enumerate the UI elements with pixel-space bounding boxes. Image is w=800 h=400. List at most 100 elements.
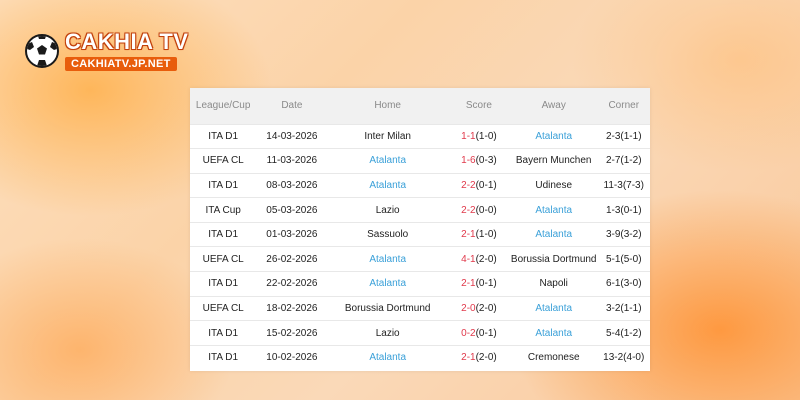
cell-away-team: Napoli	[510, 272, 598, 297]
cell-score: 2-0(2-0)	[448, 296, 510, 321]
away-team-name[interactable]: Atalanta	[535, 131, 572, 142]
cell-away-team[interactable]: Atalanta	[510, 296, 598, 321]
table-row[interactable]: ITA D1 08-03-2026 Atalanta 2-2(0-1) Udinese 1…	[190, 173, 650, 198]
cell-league: ITA Cup	[205, 204, 241, 216]
cell-score: 0-2(0-1)	[448, 321, 510, 346]
home-team-name: Lazio	[375, 327, 400, 339]
cell-corner: 2-7(1-2)	[605, 155, 642, 167]
score-halftime: (2-0)	[475, 352, 497, 364]
cell-date: 05-03-2026	[266, 204, 318, 216]
table-header-row: League/Cup Date Home Score Away Corner	[190, 88, 650, 124]
table-body: ITA D1 14-03-2026 Inter Milan 1-1(1-0) Atala…	[190, 124, 650, 370]
away-team-name[interactable]: Atalanta	[535, 303, 572, 314]
cell-home-team: Sassuolo	[327, 222, 448, 247]
score-halftime: (0-3)	[475, 155, 497, 167]
home-team-name[interactable]: Atalanta	[369, 155, 406, 166]
cell-corner: 3-2(1-1)	[605, 302, 642, 314]
away-team-name[interactable]: Atalanta	[535, 205, 572, 216]
soccer-ball-icon	[25, 34, 59, 68]
away-team-name[interactable]: Atalanta	[535, 328, 572, 339]
score-halftime: (2-0)	[475, 302, 497, 314]
cell-away-team: Udinese	[510, 173, 598, 198]
home-team-name[interactable]: Atalanta	[369, 254, 406, 265]
table-row[interactable]: ITA D1 15-02-2026 Lazio 0-2(0-1) Atalanta 5-4…	[190, 320, 650, 346]
score-halftime: (0-0)	[475, 204, 497, 216]
header-home: Home	[374, 100, 401, 112]
away-team-name: Napoli	[539, 278, 568, 290]
cell-away-team[interactable]: Atalanta	[510, 222, 598, 247]
cell-league: ITA D1	[208, 130, 239, 142]
match-history-table: League/Cup Date Home Score Away Corner I…	[190, 88, 650, 370]
cell-score: 1-6(0-3)	[448, 149, 510, 174]
site-logo[interactable]: CAKHIA TV CAKHIATV.JP.NET	[25, 30, 188, 72]
cell-score: 4-1(2-0)	[448, 247, 510, 272]
cell-away-team: Borussia Dortmund	[510, 247, 598, 272]
cell-corner: 6-1(3-0)	[605, 278, 642, 290]
cell-home-team[interactable]: Atalanta	[327, 345, 448, 370]
cell-league: ITA D1	[208, 278, 239, 290]
brand-domain: CAKHIATV.JP.NET	[65, 57, 177, 71]
header-corner: Corner	[608, 100, 640, 112]
cell-corner: 5-4(1-2)	[605, 327, 642, 339]
away-team-name[interactable]: Atalanta	[535, 229, 572, 240]
cell-score: 2-2(0-0)	[448, 198, 510, 223]
table-row[interactable]: ITA D1 10-02-2026 Atalanta 2-1(2-0) Cremones…	[190, 345, 650, 370]
cell-league: ITA D1	[208, 179, 239, 191]
header-score: Score	[465, 100, 492, 112]
cell-home-team: Inter Milan	[327, 124, 448, 149]
cell-home-team[interactable]: Atalanta	[327, 272, 448, 297]
cell-home-team[interactable]: Atalanta	[327, 247, 448, 272]
cell-corner: 3-9(3-2)	[605, 229, 642, 241]
cell-league: UEFA CL	[202, 253, 244, 265]
cell-league: ITA D1	[208, 229, 239, 241]
cell-home-team[interactable]: Atalanta	[327, 173, 448, 198]
score-halftime: (1-0)	[475, 130, 497, 142]
home-team-name[interactable]: Atalanta	[369, 180, 406, 191]
score-halftime: (1-0)	[475, 229, 497, 241]
table-row[interactable]: ITA D1 14-03-2026 Inter Milan 1-1(1-0) Atala…	[190, 124, 650, 149]
cell-away-team[interactable]: Atalanta	[510, 321, 598, 346]
away-team-name: Cremonese	[527, 352, 580, 364]
cell-date: 22-02-2026	[266, 278, 318, 290]
cell-corner: 5-1(5-0)	[605, 253, 642, 265]
away-team-name: Borussia Dortmund	[510, 253, 597, 265]
cell-date: 01-03-2026	[266, 229, 318, 241]
cell-score: 2-2(0-1)	[448, 173, 510, 198]
table-row[interactable]: UEFA CL 11-03-2026 Atalanta 1-6(0-3) Bayern …	[190, 148, 650, 174]
cell-corner: 1-3(0-1)	[605, 204, 642, 216]
home-team-name: Lazio	[375, 204, 400, 216]
cell-score: 2-1(2-0)	[448, 345, 510, 370]
cell-home-team[interactable]: Atalanta	[327, 149, 448, 174]
cell-date: 26-02-2026	[266, 253, 318, 265]
table-row[interactable]: ITA Cup 05-03-2026 Lazio 2-2(0-0) Atalanta 1-…	[190, 197, 650, 223]
brand-name: CAKHIA TV	[65, 29, 189, 54]
cell-score: 1-1(1-0)	[448, 124, 510, 149]
score-halftime: (0-1)	[475, 179, 497, 191]
header-away: Away	[541, 100, 566, 112]
cell-away-team[interactable]: Atalanta	[510, 198, 598, 223]
cell-away-team: Bayern Munchen	[510, 149, 598, 174]
cell-away-team: Cremonese	[510, 345, 598, 370]
cell-league: ITA D1	[208, 327, 239, 339]
cell-score: 2-1(1-0)	[448, 222, 510, 247]
score-halftime: (2-0)	[475, 253, 497, 265]
cell-league: UEFA CL	[202, 155, 244, 167]
cell-home-team: Lazio	[327, 198, 448, 223]
cell-league: UEFA CL	[202, 302, 244, 314]
cell-date: 08-03-2026	[266, 179, 318, 191]
table-row[interactable]: ITA D1 01-03-2026 Sassuolo 2-1(1-0) Atalanta…	[190, 222, 650, 247]
cell-home-team: Borussia Dortmund	[327, 296, 448, 321]
cell-away-team[interactable]: Atalanta	[510, 124, 598, 149]
cell-score: 2-1(0-1)	[448, 272, 510, 297]
table-row[interactable]: UEFA CL 18-02-2026 Borussia Dortmund 2-0(2-…	[190, 296, 650, 321]
cell-corner: 2-3(1-1)	[605, 130, 642, 142]
home-team-name[interactable]: Atalanta	[369, 278, 406, 289]
home-team-name[interactable]: Atalanta	[369, 352, 406, 363]
table-row[interactable]: ITA D1 22-02-2026 Atalanta 2-1(0-1) Napoli 6-…	[190, 271, 650, 297]
score-halftime: (0-1)	[475, 327, 497, 339]
home-team-name: Sassuolo	[367, 229, 409, 241]
away-team-name: Udinese	[535, 179, 573, 191]
table-row[interactable]: UEFA CL 26-02-2026 Atalanta 4-1(2-0) Borussi…	[190, 246, 650, 272]
match-history-panel: League/Cup Date Home Score Away Corner I…	[190, 88, 650, 371]
header-date: Date	[281, 100, 303, 112]
